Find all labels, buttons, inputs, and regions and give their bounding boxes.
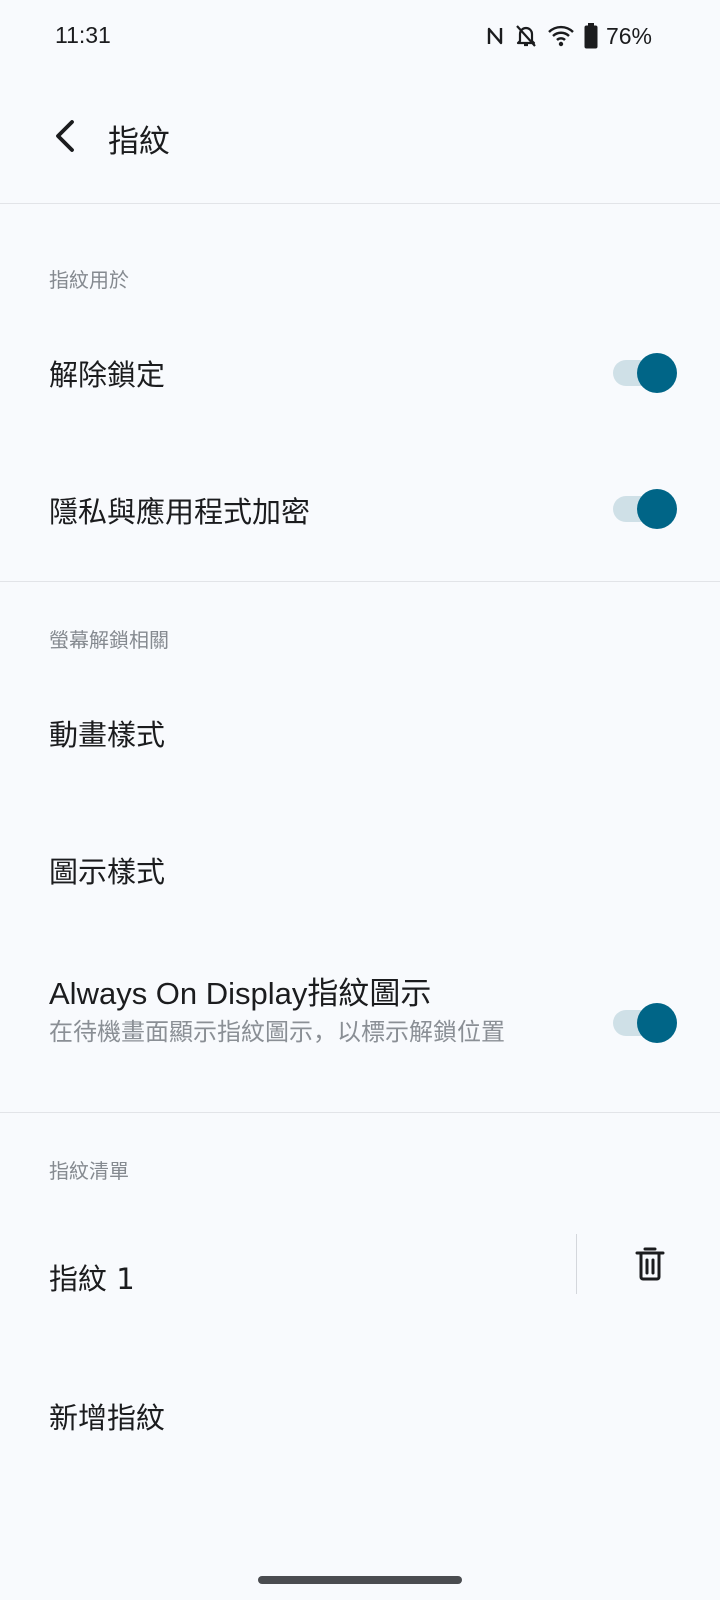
nfc-icon (486, 25, 504, 47)
section-header-usage: 指紋用於 (49, 268, 129, 292)
unlock-switch[interactable] (613, 353, 677, 393)
animation-style-title: 動畫樣式 (49, 718, 166, 752)
section-header-fingerprint-list: 指紋清單 (49, 1159, 129, 1183)
battery-percent: 76% (605, 22, 652, 49)
switch-thumb (637, 489, 677, 529)
fingerprint-1-row[interactable]: 指紋 1 (0, 1226, 720, 1332)
app-bar: 指紋 (0, 90, 720, 182)
aod-fingerprint-icon-row[interactable]: Always On Display指紋圖示 在待機畫面顯示指紋圖示，以標示解鎖位… (0, 950, 720, 1090)
privacy-encryption-switch[interactable] (613, 489, 677, 529)
status-bar: 11:31 76% (0, 0, 720, 72)
icon-style-title: 圖示樣式 (49, 855, 166, 889)
back-button[interactable] (38, 108, 94, 164)
switch-thumb (637, 1003, 677, 1043)
battery-icon (584, 23, 598, 49)
bell-off-icon (514, 23, 538, 49)
header-divider (0, 203, 720, 204)
add-fingerprint-row[interactable]: 新增指紋 (0, 1362, 720, 1468)
privacy-encryption-title: 隱私與應用程式加密 (49, 495, 311, 529)
row-vertical-divider (576, 1234, 577, 1294)
fingerprint-settings-screen: 11:31 76% 指紋 指紋用於 解除鎖定 隱私與應用程式加密 螢幕解鎖相關 … (0, 0, 720, 1600)
privacy-encryption-row[interactable]: 隱私與應用程式加密 (0, 456, 720, 562)
fingerprint-1-title: 指紋 1 (49, 1262, 135, 1296)
aod-title: Always On Display指紋圖示 (49, 976, 432, 1011)
page-title: 指紋 (108, 124, 170, 160)
delete-fingerprint-button[interactable] (624, 1238, 676, 1290)
trash-icon (635, 1247, 665, 1281)
section-divider (0, 581, 720, 582)
aod-subtitle: 在待機畫面顯示指紋圖示，以標示解鎖位置 (49, 1018, 505, 1046)
chevron-left-icon (56, 120, 74, 152)
aod-switch[interactable] (613, 1003, 677, 1043)
gesture-nav-handle[interactable] (258, 1576, 462, 1584)
section-header-screen-unlock: 螢幕解鎖相關 (49, 628, 169, 652)
unlock-row[interactable]: 解除鎖定 (0, 320, 720, 426)
animation-style-row[interactable]: 動畫樣式 (0, 680, 720, 786)
switch-thumb (637, 353, 677, 393)
status-time: 11:31 (55, 22, 111, 48)
section-divider (0, 1112, 720, 1113)
icon-style-row[interactable]: 圖示樣式 (0, 816, 720, 922)
wifi-icon (548, 25, 574, 47)
add-fingerprint-title: 新增指紋 (49, 1401, 166, 1435)
unlock-title: 解除鎖定 (49, 358, 166, 392)
status-icons: 76% (486, 20, 652, 52)
